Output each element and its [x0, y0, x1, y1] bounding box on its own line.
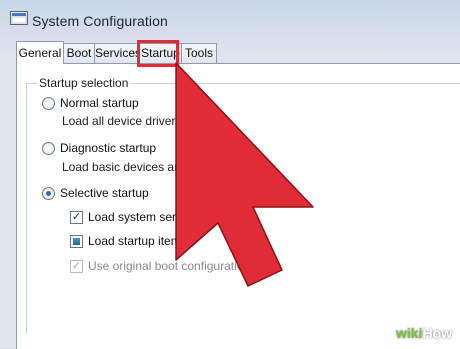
pointer-arrow-icon — [175, 62, 314, 287]
watermark-part1: wiki — [395, 325, 423, 341]
watermark-part2: How — [422, 325, 452, 341]
wikihow-watermark: wikiHow — [396, 325, 452, 341]
